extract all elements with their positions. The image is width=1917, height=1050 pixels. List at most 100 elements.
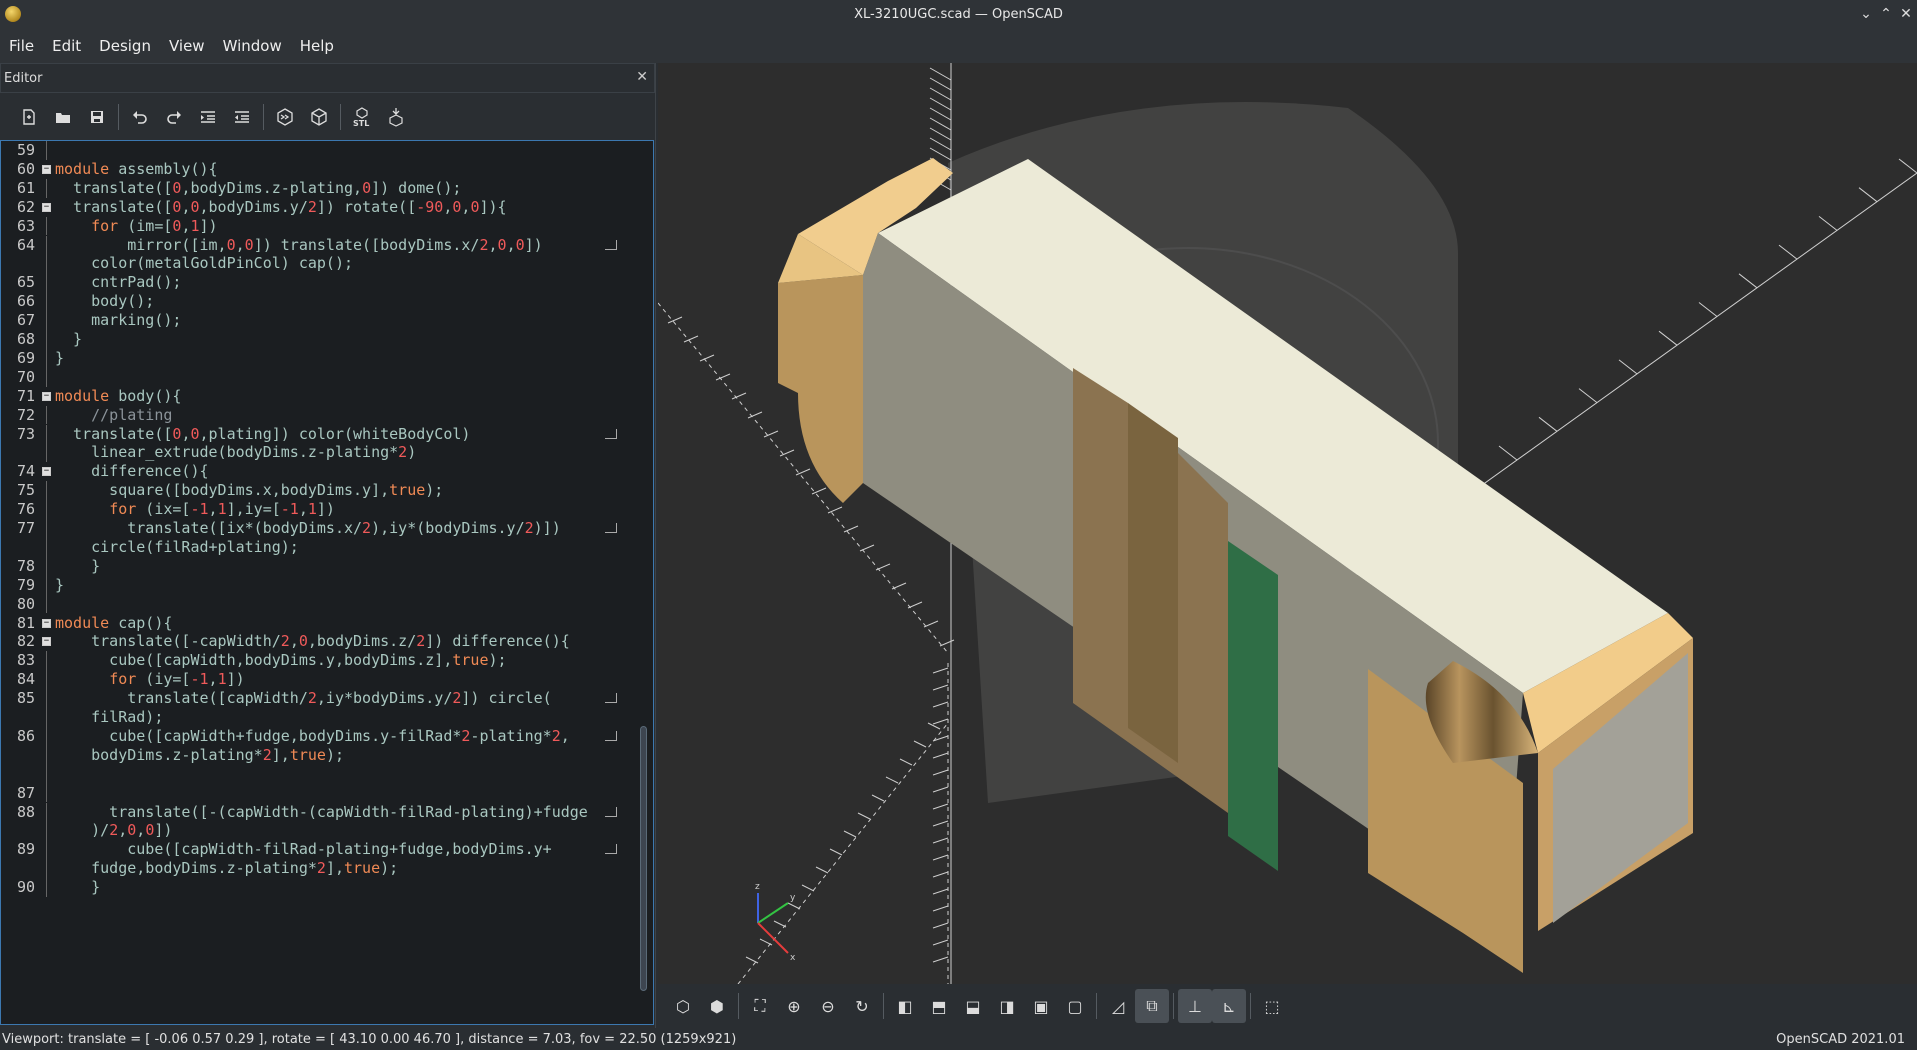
scale-tick [913, 740, 927, 748]
unindent-icon[interactable] [225, 100, 259, 134]
fold-toggle-icon[interactable]: − [42, 637, 51, 647]
fold-guide [46, 726, 47, 746]
scale-tick [1778, 244, 1798, 260]
scale-tick [811, 487, 827, 495]
code-line: 80 [1, 594, 641, 614]
editor-toolbar: STL [0, 93, 655, 140]
fold-toggle-icon[interactable]: − [42, 618, 51, 628]
center-pad-dark [1128, 403, 1178, 763]
menu-window[interactable]: Window [214, 37, 291, 55]
toolbar-divider [118, 103, 119, 130]
render-icon[interactable] [302, 100, 336, 134]
toolbar-divider [738, 993, 739, 1019]
menu-design[interactable]: Design [90, 37, 160, 55]
reset-view-icon[interactable]: ↻ [845, 989, 879, 1023]
code-text: translate([ix*(bodyDims.x/2),iy*(bodyDim… [55, 519, 561, 537]
code-line: 77 translate([ix*(bodyDims.x/2),iy*(body… [1, 519, 641, 538]
fold-guide [46, 689, 47, 708]
fold-toggle-icon[interactable]: − [42, 391, 51, 401]
view-back-icon[interactable]: ▢ [1058, 989, 1092, 1023]
code-text: } [55, 330, 83, 348]
scale-tick [932, 837, 949, 844]
send-to-print-icon[interactable] [379, 100, 413, 134]
scale-tick [923, 620, 939, 628]
fold-toggle-icon[interactable]: − [42, 202, 51, 212]
export-stl-icon[interactable]: STL [345, 100, 379, 134]
code-editor[interactable]: 59 60− module assembly(){61 translate([0,b… [0, 140, 654, 1025]
show-axes-icon[interactable]: ⊥ [1178, 989, 1212, 1023]
view-top-icon[interactable]: ⬒ [922, 989, 956, 1023]
render-icon[interactable]: ⬢ [700, 989, 734, 1023]
open-file-icon[interactable] [46, 100, 80, 134]
editor-scrollbar[interactable] [640, 726, 647, 991]
show-edges-icon[interactable]: ⬚ [1255, 989, 1289, 1023]
menu-help[interactable]: Help [291, 37, 343, 55]
preview-icon[interactable]: ⬡ [666, 989, 700, 1023]
save-icon[interactable] [80, 100, 114, 134]
new-file-icon[interactable] [12, 100, 46, 134]
preview-icon[interactable] [268, 100, 302, 134]
scale-tick [929, 77, 952, 91]
code-text: module body(){ [55, 386, 182, 405]
fold-toggle-icon[interactable]: − [42, 467, 51, 477]
view-left-icon[interactable]: ◨ [990, 989, 1024, 1023]
view-all-icon[interactable]: ⛶ [743, 989, 777, 1023]
3d-viewport[interactable]: z y x [658, 63, 1917, 984]
view-right-icon[interactable]: ◧ [888, 989, 922, 1023]
line-number: 70 [16, 367, 35, 386]
view-front-icon[interactable]: ▣ [1024, 989, 1058, 1023]
openscad-logo-icon [5, 6, 21, 22]
line-number: 87 [16, 783, 35, 802]
maximize-button[interactable]: ⌃ [1877, 4, 1895, 24]
scale-tick [871, 794, 885, 802]
menu-edit[interactable]: Edit [43, 37, 90, 55]
3d-scene: z y x [658, 63, 1917, 984]
scale-tick [929, 137, 952, 151]
code-text: for (iy=[-1,1]) [109, 670, 245, 689]
scale-tick [1818, 216, 1838, 231]
code-line: 87 [1, 783, 641, 803]
zoom-out-icon[interactable]: ⊖ [811, 989, 845, 1023]
line-number: 77 [16, 519, 35, 537]
line-number: 74 [16, 462, 35, 481]
axis-y-neg [737, 722, 949, 984]
code-text: translate([capWidth/2,iy*bodyDims.y/2]) … [55, 689, 552, 708]
show-scale-markers-icon[interactable]: ⊾ [1212, 989, 1246, 1023]
undo-icon[interactable] [123, 100, 157, 134]
code-line: 64 mirror([im,0,0]) translate([bodyDims.… [1, 235, 641, 255]
line-number: 72 [16, 405, 35, 424]
code-line: 60− module assembly(){ [1, 160, 641, 179]
scale-tick [932, 871, 949, 878]
zoom-in-icon[interactable]: ⊕ [777, 989, 811, 1023]
minimize-button[interactable]: ⌄ [1857, 4, 1875, 24]
scale-tick [801, 884, 815, 892]
view-bottom-icon[interactable]: ⬓ [956, 989, 990, 1023]
fold-guide [46, 708, 47, 727]
editor-header: Editor ✕ [0, 63, 655, 93]
menu-file[interactable]: File [0, 37, 43, 55]
menu-view[interactable]: View [160, 37, 214, 55]
code-line: 66 body(); [1, 292, 641, 312]
stl-label: STL [353, 119, 369, 127]
viewport-status: Viewport: translate = [ -0.06 0.57 0.29 … [2, 1031, 737, 1047]
code-line: 86 cube([capWidth+fudge,bodyDims.y-filRa… [1, 726, 641, 746]
fold-guide [46, 651, 47, 671]
code-line: 71− module body(){ [1, 387, 641, 406]
fold-toggle-icon[interactable]: − [42, 164, 51, 174]
close-window-button[interactable]: ✕ [1897, 4, 1915, 24]
close-editor-button[interactable]: ✕ [636, 69, 648, 85]
gizmo-label-z: z [755, 882, 760, 892]
orthogonal-icon[interactable]: ⧉ [1135, 989, 1169, 1023]
scale-tick [843, 830, 857, 838]
code-line [1, 764, 641, 784]
line-wrap-icon [605, 806, 617, 817]
indent-icon[interactable] [191, 100, 225, 134]
redo-icon[interactable] [157, 100, 191, 134]
fold-guide [46, 519, 47, 538]
perspective-icon[interactable]: ◿ [1101, 989, 1135, 1023]
code-text: cntrPad(); [55, 273, 182, 292]
code-line: bodyDims.z-plating*2],true); [1, 745, 641, 765]
line-wrap-icon [605, 844, 617, 855]
scale-tick [715, 373, 731, 381]
code-line: 62− translate([0,0,bodyDims.y/2]) rotate… [1, 198, 641, 217]
